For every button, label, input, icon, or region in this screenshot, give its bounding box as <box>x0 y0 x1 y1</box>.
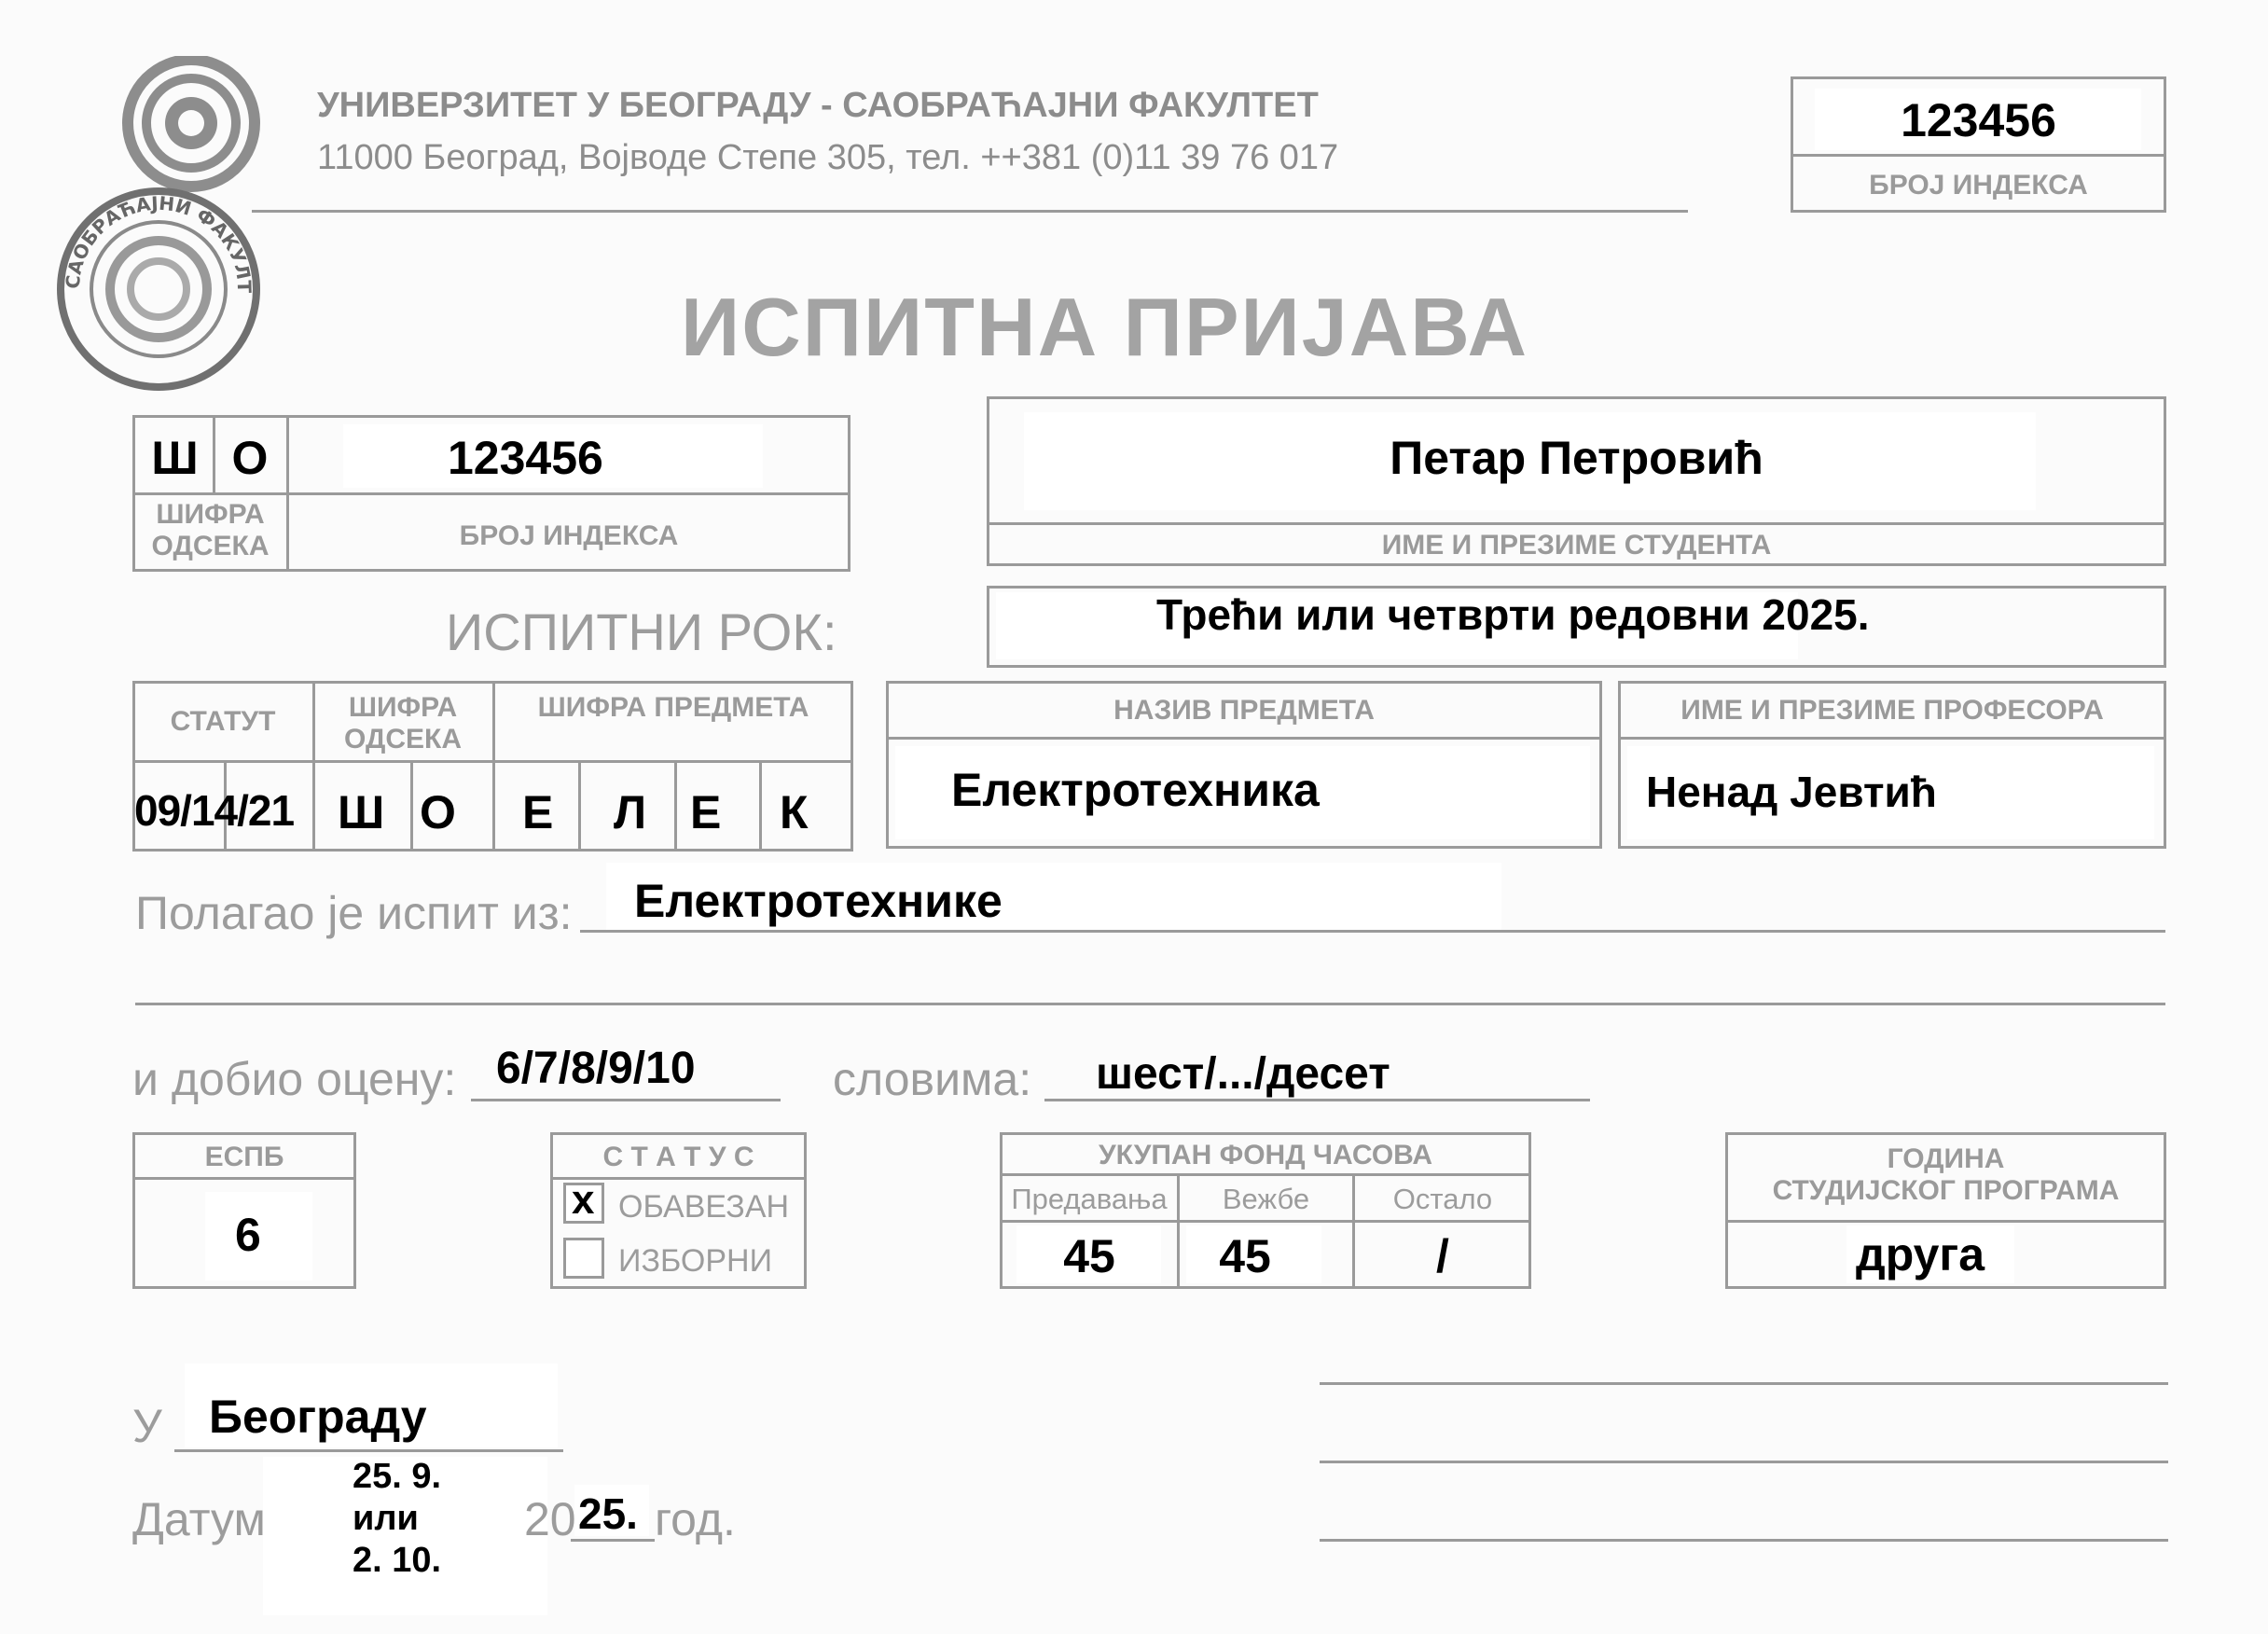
year-divider <box>1725 1220 2166 1223</box>
course-codes-sep-3 <box>578 763 581 852</box>
exercises-caption: Вежбе <box>1222 1183 1310 1215</box>
date-line-3: 2. 10. <box>353 1541 442 1580</box>
header-index-number: 123456 <box>1901 94 2056 146</box>
subject-name-divider <box>886 737 1602 740</box>
date-year-word: год. <box>655 1493 736 1545</box>
mandatory-mark: x <box>572 1177 595 1223</box>
year-caption-2: СТУДИЈСКОГ ПРОГРАМА <box>1772 1175 2120 1206</box>
grade-label: и добио оцену: <box>132 1053 457 1105</box>
place-line <box>174 1449 563 1452</box>
course-codes-sep-5 <box>759 763 762 852</box>
grade-line <box>471 1099 781 1101</box>
subject-code-4: К <box>780 786 809 838</box>
year-caption-1: ГОДИНА <box>1887 1143 2005 1174</box>
grade-words-value: шест/.../десет <box>1096 1049 1390 1099</box>
grade-value: 6/7/8/9/10 <box>496 1044 696 1093</box>
passed-line-2 <box>135 1003 2165 1005</box>
faculty-seal: САОБРАЋАЈНИ ФАКУЛТЕТ БЕОГРАД <box>20 38 298 401</box>
header-index-divider <box>1791 154 2166 157</box>
place-label: У <box>132 1400 162 1452</box>
form-title: ИСПИТНА ПРИЈАВА <box>681 281 1529 373</box>
subject-code-3: Е <box>690 786 722 838</box>
header-rule <box>252 210 1688 213</box>
course-codes-sep-4 <box>674 763 677 852</box>
subject-name: Електротехника <box>951 764 1320 816</box>
student-dept-code-2: О <box>231 432 269 484</box>
student-name-divider <box>987 522 2166 525</box>
grade-words-line <box>1044 1099 1590 1101</box>
date-year-line <box>571 1539 655 1542</box>
signature-line-1 <box>1320 1382 2168 1385</box>
date-label: Датум: <box>132 1493 279 1545</box>
subject-code-caption: ШИФРА ПРЕДМЕТА <box>537 692 809 723</box>
student-index-number: 123456 <box>448 432 603 484</box>
signature-line-3 <box>1320 1539 2168 1542</box>
date-line-1: 25. 9. <box>353 1457 442 1496</box>
elective-label: ИЗБОРНИ <box>618 1243 773 1279</box>
mandatory-label: ОБАВЕЗАН <box>618 1189 790 1225</box>
course-dept-caption: ШИФРА ОДСЕКА <box>344 692 462 755</box>
other-value: / <box>1436 1230 1449 1282</box>
subject-code-2: Л <box>614 786 647 838</box>
professor-caption: ИМЕ И ПРЕЗИМЕ ПРОФЕСОРА <box>1680 695 2104 726</box>
signature-line-2 <box>1320 1461 2168 1463</box>
course-dept-code-2: О <box>420 786 456 838</box>
year-value: друга <box>1856 1228 1985 1281</box>
student-dept-caption: ШИФРА ОДСЕКА <box>151 499 270 561</box>
exercises-value: 45 <box>1219 1230 1271 1282</box>
date-line-2: или <box>353 1499 419 1538</box>
passed-label: Полагао је испит из: <box>135 887 573 939</box>
date-year-prefix: 20 <box>524 1493 576 1545</box>
statute-caption: СТАТУТ <box>170 706 276 737</box>
hours-caption: УКУПАН ФОНД ЧАСОВА <box>1098 1140 1432 1170</box>
passed-line <box>580 930 2165 933</box>
exam-period-label: ИСПИТНИ РОК: <box>446 602 837 661</box>
other-caption: Остало <box>1392 1183 1493 1215</box>
subject-name-caption: НАЗИВ ПРЕДМЕТА <box>1113 695 1375 726</box>
espb-divider <box>132 1177 356 1180</box>
hours-divider-1 <box>1000 1173 1531 1176</box>
professor-name: Ненад Јевтић <box>1646 768 1937 816</box>
elective-checkbox[interactable] <box>563 1238 604 1279</box>
student-code-divider <box>132 492 850 495</box>
lectures-caption: Предавања <box>1011 1183 1168 1215</box>
espb-value: 6 <box>235 1209 261 1261</box>
student-name-caption: ИМЕ И ПРЕЗИМЕ СТУДЕНТА <box>1381 530 1772 561</box>
place-value: Београду <box>209 1391 427 1443</box>
hours-divider-2 <box>1000 1220 1531 1223</box>
student-full-name: Петар Петровић <box>1390 432 1763 484</box>
university-name: УНИВЕРЗИТЕТ У БЕОГРАДУ - САОБРАЋАЈНИ ФАК… <box>317 86 1319 125</box>
lectures-value: 45 <box>1063 1230 1115 1282</box>
grade-words-label: словима: <box>833 1053 1032 1105</box>
course-dept-code-1: Ш <box>338 786 385 838</box>
student-index-caption: БРОЈ ИНДЕКСА <box>459 520 679 551</box>
date-year-suffix: 25. <box>578 1489 638 1538</box>
student-dept-code-1: Ш <box>151 432 199 484</box>
university-address: 11000 Београд, Војводе Степе 305, тел. +… <box>317 138 1339 177</box>
course-codes-sep-7 <box>410 763 413 852</box>
espb-caption: ЕСПБ <box>204 1142 284 1172</box>
header-index-caption: БРОЈ ИНДЕКСА <box>1869 170 2088 201</box>
professor-divider <box>1618 737 2166 740</box>
subject-code-1: Е <box>522 786 554 838</box>
statute-value: 09/14/21 <box>134 786 295 835</box>
status-caption: С Т А Т У С <box>602 1142 754 1172</box>
exam-period-value: Трећи или четврти редовни 2025. <box>1156 590 1870 639</box>
passed-subject: Електротехнике <box>634 875 1003 927</box>
